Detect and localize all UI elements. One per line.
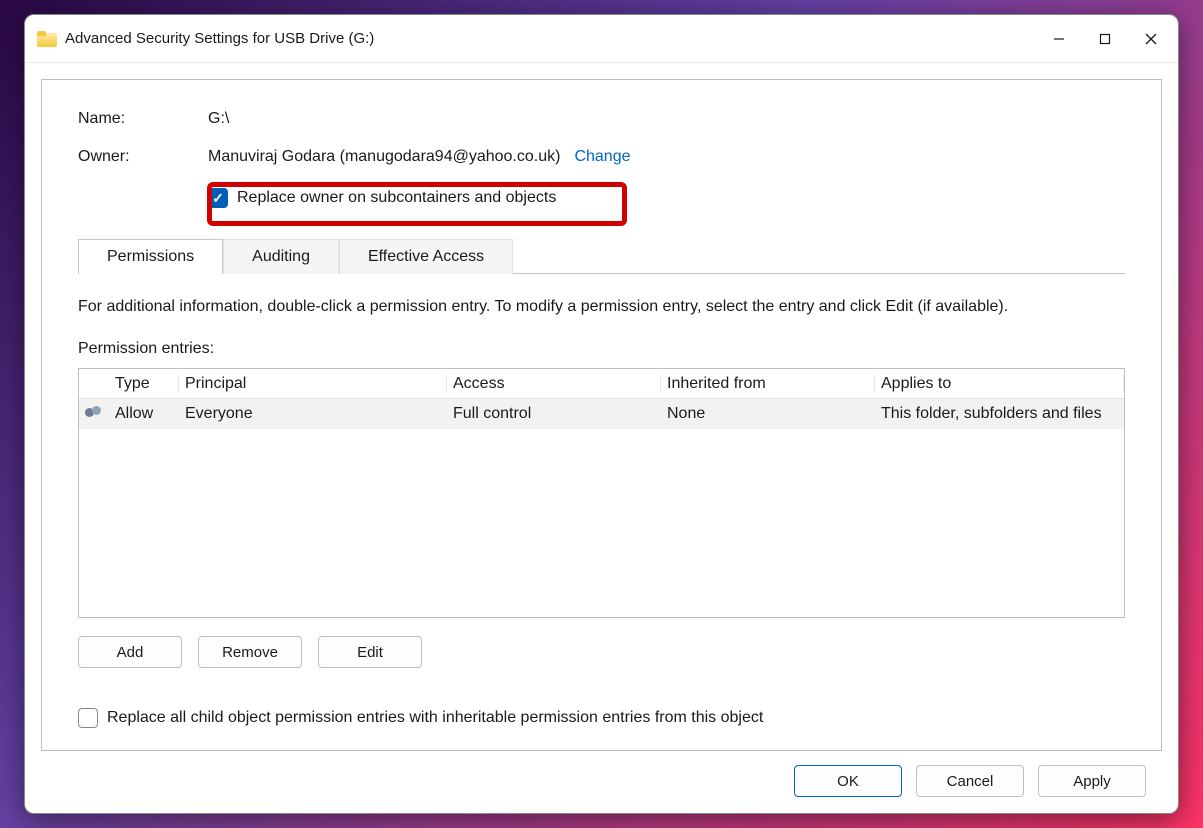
replace-child-label: Replace all child object permission entr… <box>107 709 763 727</box>
permission-table: Type Principal Access Inherited from App… <box>78 368 1125 618</box>
tab-effective-access[interactable]: Effective Access <box>339 239 513 274</box>
row-applies: This folder, subfolders and files <box>875 405 1124 423</box>
remove-button[interactable]: Remove <box>198 636 302 668</box>
owner-label: Owner: <box>78 148 208 166</box>
replace-child-checkbox[interactable] <box>78 708 98 728</box>
owner-value: Manuviraj Godara (manugodara94@yahoo.co.… <box>208 148 560 166</box>
replace-child-row[interactable]: Replace all child object permission entr… <box>78 708 1125 728</box>
replace-owner-label: Replace owner on subcontainers and objec… <box>237 189 556 207</box>
advanced-security-window: Advanced Security Settings for USB Drive… <box>24 14 1179 814</box>
edit-button[interactable]: Edit <box>318 636 422 668</box>
replace-owner-row[interactable]: Replace owner on subcontainers and objec… <box>208 184 1125 212</box>
row-access: Full control <box>447 405 661 423</box>
col-applies[interactable]: Applies to <box>875 375 1124 393</box>
dialog-footer: OK Cancel Apply <box>41 751 1162 805</box>
info-text: For additional information, double-click… <box>78 298 1125 316</box>
entries-label: Permission entries: <box>78 340 1125 358</box>
col-inherited[interactable]: Inherited from <box>661 375 875 393</box>
window-title: Advanced Security Settings for USB Drive… <box>65 30 1036 47</box>
table-row[interactable]: Allow Everyone Full control None This fo… <box>79 399 1124 429</box>
change-owner-link[interactable]: Change <box>574 148 630 166</box>
name-label: Name: <box>78 110 208 128</box>
row-type: Allow <box>109 405 179 423</box>
tab-permissions[interactable]: Permissions <box>78 239 223 274</box>
minimize-button[interactable] <box>1036 17 1082 61</box>
row-inherited: None <box>661 405 875 423</box>
col-access[interactable]: Access <box>447 375 661 393</box>
entry-buttons: Add Remove Edit <box>78 636 1125 668</box>
cancel-button[interactable]: Cancel <box>916 765 1024 797</box>
maximize-button[interactable] <box>1082 17 1128 61</box>
col-principal[interactable]: Principal <box>179 375 447 393</box>
apply-button[interactable]: Apply <box>1038 765 1146 797</box>
users-icon <box>85 406 103 422</box>
ok-button[interactable]: OK <box>794 765 902 797</box>
content-panel: Name: G:\ Owner: Manuviraj Godara (manug… <box>41 79 1162 751</box>
tab-strip: Permissions Auditing Effective Access <box>78 238 1125 274</box>
name-value: G:\ <box>208 110 229 128</box>
titlebar: Advanced Security Settings for USB Drive… <box>25 15 1178 63</box>
add-button[interactable]: Add <box>78 636 182 668</box>
replace-owner-checkbox[interactable] <box>208 188 228 208</box>
table-header: Type Principal Access Inherited from App… <box>79 369 1124 399</box>
folder-icon <box>37 31 57 47</box>
close-button[interactable] <box>1128 17 1174 61</box>
name-row: Name: G:\ <box>78 110 1125 128</box>
owner-row: Owner: Manuviraj Godara (manugodara94@ya… <box>78 148 1125 166</box>
col-type[interactable]: Type <box>109 375 179 393</box>
tab-auditing[interactable]: Auditing <box>223 239 339 274</box>
row-icon <box>79 406 109 422</box>
row-principal: Everyone <box>179 405 447 423</box>
content-wrap: Name: G:\ Owner: Manuviraj Godara (manug… <box>25 63 1178 813</box>
